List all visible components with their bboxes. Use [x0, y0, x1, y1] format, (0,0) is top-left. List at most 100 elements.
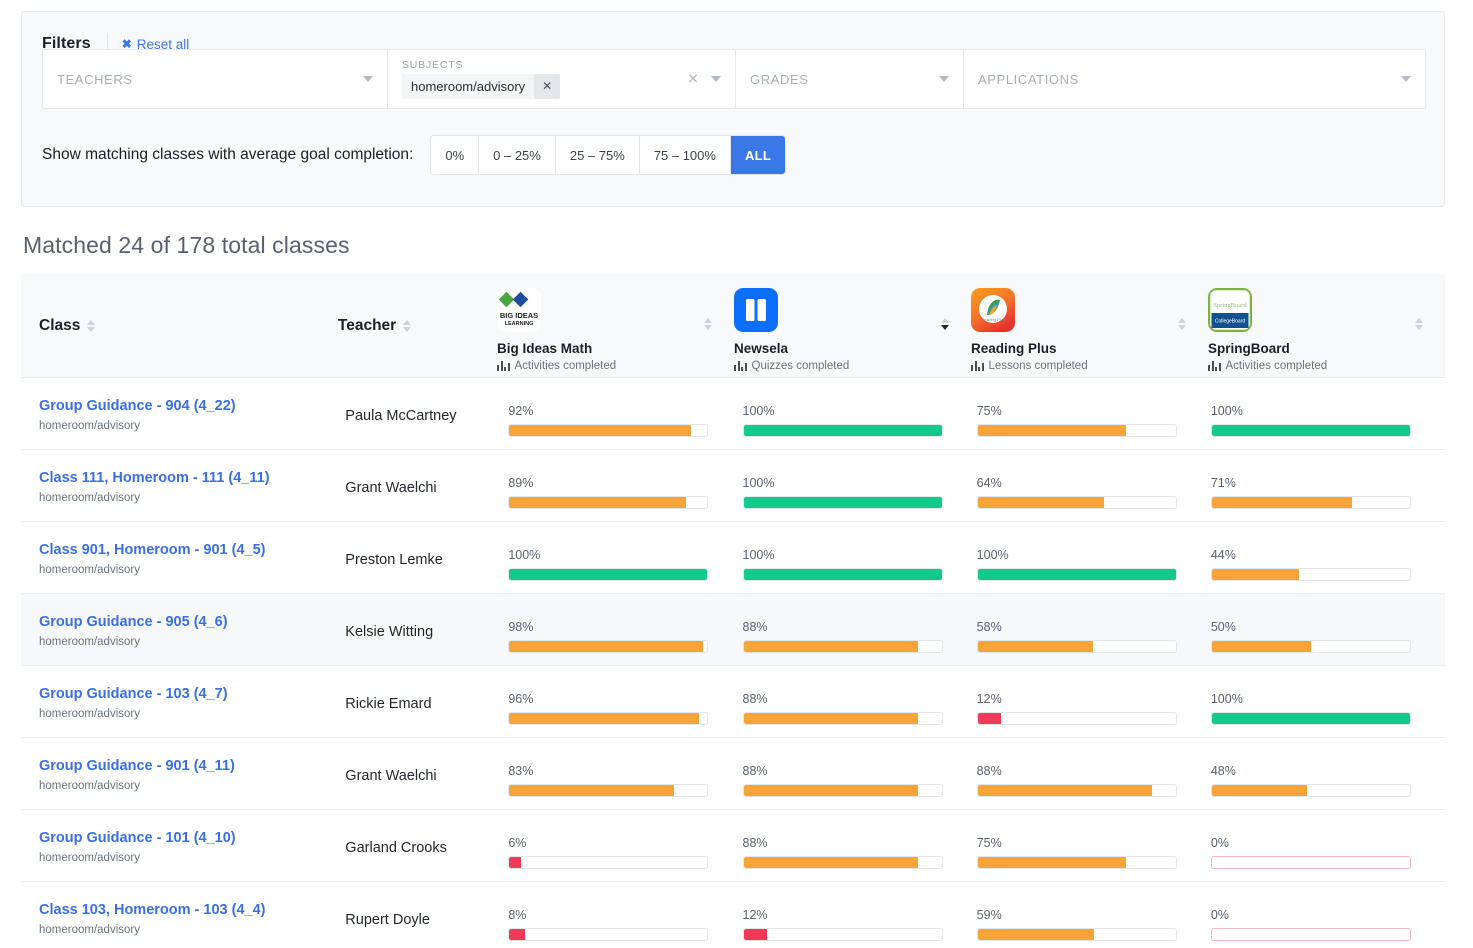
class-subject: homeroom/advisory: [39, 491, 140, 504]
progress-bar: [976, 712, 1177, 725]
cell-app-1: 88%: [742, 738, 977, 810]
sort-toggle-app-3[interactable]: [1415, 318, 1423, 330]
sort-toggle-app-2[interactable]: [1178, 318, 1186, 330]
progress-bar: [976, 856, 1177, 869]
cell-teacher: Grant Waelchi: [345, 480, 437, 496]
completion-percent: 8%: [508, 908, 527, 922]
completion-option-0[interactable]: 0%: [431, 136, 480, 174]
applications-filter[interactable]: APPLICATIONS: [964, 50, 1425, 108]
cell-app-2: 75%: [976, 810, 1211, 882]
class-link[interactable]: Class 103, Homeroom - 103 (4_4): [39, 902, 345, 919]
svg-text:CollegeBoard: CollegeBoard: [1215, 319, 1246, 325]
completion-option-1[interactable]: 0 – 25%: [479, 136, 556, 174]
class-link[interactable]: Group Guidance - 904 (4_22): [39, 398, 345, 415]
completion-percent: 100%: [508, 548, 541, 562]
cell-app-3: 44%: [1210, 522, 1445, 594]
sort-toggle-app-1[interactable]: [941, 318, 949, 330]
svg-text:Reading Plus: Reading Plus: [981, 317, 1005, 322]
table-row[interactable]: Class 103, Homeroom - 103 (4_4) homeroom/…: [21, 882, 1445, 948]
grades-placeholder: GRADES: [750, 71, 809, 87]
progress-bar: [742, 640, 943, 653]
completion-filter-row: Show matching classes with average goal …: [42, 136, 786, 174]
teachers-filter[interactable]: TEACHERS: [43, 50, 388, 108]
progress-bar: [508, 856, 709, 869]
progress-bar: [976, 568, 1177, 581]
class-link[interactable]: Group Guidance - 101 (4_10): [39, 830, 345, 847]
cell-app-1: 12%: [742, 882, 977, 948]
subjects-chip[interactable]: homeroom/advisory ✕: [402, 73, 561, 99]
table-body: Group Guidance - 904 (4_22) homeroom/advi…: [21, 378, 1445, 948]
column-header-class-label: Class: [39, 316, 81, 334]
newsela-icon: [734, 288, 778, 332]
cell-app-1: 100%: [742, 450, 977, 522]
progress-bar: [742, 424, 943, 437]
completion-percent: 0%: [1210, 836, 1229, 850]
class-subject: homeroom/advisory: [39, 707, 140, 720]
completion-percent: 100%: [742, 548, 775, 562]
cell-app-3: 50%: [1210, 594, 1445, 666]
table-row[interactable]: Group Guidance - 101 (4_10) homeroom/advi…: [21, 810, 1445, 882]
chevron-down-icon[interactable]: [363, 76, 373, 82]
progress-bar: [742, 856, 943, 869]
class-link[interactable]: Group Guidance - 103 (4_7): [39, 686, 345, 703]
completion-percent: 59%: [976, 908, 1002, 922]
completion-option-4[interactable]: ALL: [730, 136, 786, 174]
cell-class: Group Guidance - 103 (4_7) homeroom/advis…: [21, 666, 345, 738]
chevron-down-icon[interactable]: [939, 76, 949, 82]
table-row[interactable]: Group Guidance - 901 (4_11) homeroom/advi…: [21, 738, 1445, 810]
column-header-class[interactable]: Class: [21, 274, 338, 377]
progress-bar: [1210, 568, 1411, 581]
column-header-teacher[interactable]: Teacher: [338, 274, 497, 377]
progress-bar: [1210, 856, 1411, 869]
app-name: SpringBoard: [1208, 341, 1290, 356]
table-row[interactable]: Class 111, Homeroom - 111 (4_11) homeroom…: [21, 450, 1445, 522]
sort-toggle-teacher[interactable]: [403, 319, 412, 332]
table-row[interactable]: Group Guidance - 905 (4_6) homeroom/advis…: [21, 594, 1445, 666]
column-header-app-2[interactable]: Reading Plus Reading Plus Lessons complete…: [971, 274, 1208, 377]
teachers-placeholder: TEACHERS: [57, 71, 133, 87]
subjects-chip-label: homeroom/advisory: [402, 73, 535, 99]
sort-toggle-app-0[interactable]: [704, 318, 712, 330]
chevron-down-icon[interactable]: [711, 76, 721, 82]
completion-percent: 44%: [1210, 548, 1236, 562]
sort-toggle-class[interactable]: [87, 319, 96, 332]
column-header-teacher-label: Teacher: [337, 316, 397, 334]
completion-segmented-control: 0% 0 – 25% 25 – 75% 75 – 100% ALL: [431, 136, 786, 174]
subjects-chip-remove-icon[interactable]: ✕: [534, 73, 561, 99]
chevron-down-icon[interactable]: [1401, 76, 1411, 82]
app-metric-label: Activities completed: [1225, 360, 1328, 372]
cell-app-1: 100%: [742, 522, 977, 594]
progress-bar: [742, 712, 943, 725]
subjects-clear-icon[interactable]: ✕: [687, 71, 699, 88]
completion-option-3[interactable]: 75 – 100%: [639, 136, 731, 174]
class-link[interactable]: Group Guidance - 905 (4_6): [39, 614, 345, 631]
grades-filter[interactable]: GRADES: [736, 50, 964, 108]
class-link[interactable]: Class 901, Homeroom - 901 (4_5): [39, 542, 345, 559]
class-link[interactable]: Group Guidance - 901 (4_11): [39, 758, 345, 775]
table-row[interactable]: Group Guidance - 103 (4_7) homeroom/advis…: [21, 666, 1445, 738]
completion-percent: 98%: [508, 620, 534, 634]
column-header-app-0[interactable]: BIG IDEAS LEARNING Big Ideas Math Activitie…: [497, 274, 734, 377]
big-ideas-math-icon: BIG IDEAS LEARNING: [497, 288, 541, 332]
column-header-app-3[interactable]: SpringBoard CollegeBoard SpringBoard Activi…: [1208, 274, 1445, 377]
class-subject: homeroom/advisory: [39, 419, 140, 432]
class-link[interactable]: Class 111, Homeroom - 111 (4_11): [39, 470, 345, 487]
column-header-app-1[interactable]: Newsela Quizzes completed: [734, 274, 971, 377]
completion-percent: 75%: [976, 836, 1002, 850]
completion-percent: 89%: [508, 476, 534, 490]
cell-teacher: Paula McCartney: [345, 408, 457, 424]
table-row[interactable]: Class 901, Homeroom - 901 (4_5) homeroom/…: [21, 522, 1445, 594]
cell-app-1: 88%: [742, 810, 977, 882]
classes-table: Class Teacher BIG IDEAS LEARNING Big Ideas…: [21, 274, 1445, 948]
app-metric-label: Lessons completed: [988, 360, 1088, 372]
table-row[interactable]: Group Guidance - 904 (4_22) homeroom/advi…: [21, 378, 1445, 450]
subjects-filter[interactable]: SUBJECTS homeroom/advisory ✕ ✕: [388, 50, 736, 108]
completion-option-2[interactable]: 25 – 75%: [555, 136, 640, 174]
progress-bar: [1210, 712, 1411, 725]
progress-bar: [1210, 640, 1411, 653]
completion-percent: 64%: [976, 476, 1002, 490]
app-metric: Lessons completed: [971, 360, 1176, 372]
completion-percent: 71%: [1210, 476, 1236, 490]
cell-app-2: 64%: [976, 450, 1211, 522]
completion-percent: 0%: [1210, 908, 1229, 922]
